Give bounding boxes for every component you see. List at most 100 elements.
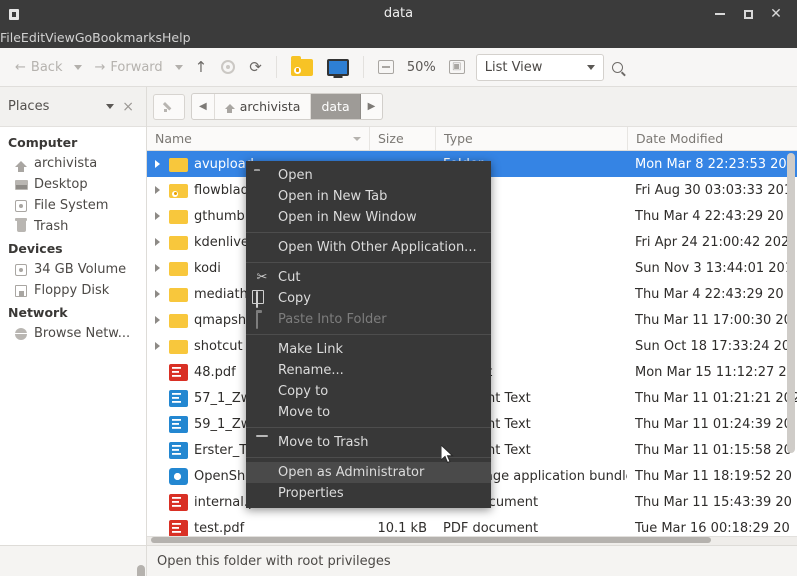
document-icon <box>169 441 188 459</box>
menu-bar: File Edit View Go Bookmarks Help <box>0 28 797 48</box>
cell-date-modified: Thu Mar 11 01:15:58 20 <box>635 442 792 458</box>
menu-item-edit[interactable]: Edit <box>21 28 45 48</box>
context-menu-item[interactable]: Move to <box>246 402 491 423</box>
stop-button[interactable] <box>214 54 242 81</box>
sidebar-item-file-system[interactable]: File System <box>0 195 146 216</box>
search-button[interactable] <box>604 61 631 73</box>
places-dropdown-icon[interactable] <box>106 104 115 109</box>
expand-triangle-icon[interactable] <box>151 264 163 272</box>
column-header-size[interactable]: Size <box>369 127 435 150</box>
context-menu-item[interactable]: ✂ Cut <box>246 267 491 288</box>
folder-icon <box>169 314 188 328</box>
places-close-button[interactable]: × <box>118 99 138 115</box>
context-menu-separator <box>246 427 491 428</box>
column-header-name[interactable]: Name <box>147 127 369 150</box>
expand-triangle-icon[interactable] <box>151 290 163 298</box>
column-header-date-modified[interactable]: Date Modified <box>627 127 797 150</box>
menu-item-bookmarks[interactable]: Bookmarks <box>92 28 162 48</box>
file-manager-window: data ✕ File Edit View Go Bookmarks Help … <box>0 0 797 576</box>
context-menu-item[interactable]: Open in New Window <box>246 207 491 228</box>
cut-icon: ✂ <box>256 269 268 285</box>
menu-item-file[interactable]: File <box>0 28 21 48</box>
context-menu-item[interactable]: Open With Other Application... <box>246 237 491 258</box>
breadcrumb-next-button[interactable]: ▶ <box>361 94 383 119</box>
sidebar-scrollbar[interactable] <box>137 565 145 576</box>
expand-triangle-icon[interactable] <box>151 212 163 220</box>
breadcrumb-prev-button[interactable]: ◀ <box>192 94 215 119</box>
menu-item-go[interactable]: Go <box>75 28 92 48</box>
up-button[interactable]: ↑ <box>188 54 215 81</box>
column-header-type[interactable]: Type <box>435 127 627 150</box>
title-bar: data ✕ <box>0 0 797 28</box>
expand-triangle-icon[interactable] <box>151 238 163 246</box>
pencil-icon <box>163 101 175 113</box>
context-menu-item[interactable]: Copy <box>246 288 491 309</box>
zoom-in-icon: ▣ <box>448 60 465 74</box>
stop-icon <box>221 60 236 74</box>
floppy-icon <box>14 284 28 298</box>
context-menu-item[interactable]: Make Link <box>246 339 491 360</box>
sidebar-item-desktop[interactable]: Desktop <box>0 174 146 195</box>
context-menu-item[interactable]: Open as Administrator <box>246 462 491 483</box>
zoom-in-button[interactable]: ▣ <box>442 54 472 81</box>
folder-icon <box>169 158 188 172</box>
file-list-hscrollbar-thumb[interactable] <box>151 537 711 543</box>
sidebar-item-34gb-volume[interactable]: 34 GB Volume <box>0 259 146 280</box>
cell-date-modified: Sun Oct 18 17:33:24 20 <box>635 338 791 354</box>
forward-button[interactable]: → Forward <box>87 54 169 81</box>
sidebar-item-archivista[interactable]: archivista <box>0 153 146 174</box>
folder-icon <box>169 236 188 250</box>
properties-icon <box>254 487 270 501</box>
folder-icon <box>169 288 188 302</box>
breadcrumb-label: archivista <box>239 99 301 114</box>
home-folder-button[interactable] <box>284 54 320 81</box>
cell-date-modified: Sun Nov 3 13:44:01 201 <box>635 260 794 276</box>
expand-triangle-icon[interactable] <box>151 160 163 168</box>
expand-triangle-icon[interactable] <box>151 342 163 350</box>
context-menu-item[interactable]: Copy to <box>246 381 491 402</box>
context-menu-item[interactable]: Rename... <box>246 360 491 381</box>
folder-icon <box>169 262 188 276</box>
menu-item-help[interactable]: Help <box>162 28 191 48</box>
context-menu-item[interactable]: Move to Trash <box>246 432 491 453</box>
maximize-button[interactable] <box>735 1 761 27</box>
pdf-icon <box>169 493 188 511</box>
breadcrumb-item-archivista[interactable]: archivista <box>215 94 312 119</box>
sidebar-item-trash[interactable]: Trash <box>0 216 146 237</box>
expand-triangle-icon[interactable] <box>151 316 163 324</box>
paste-icon <box>254 311 270 329</box>
cell-date-modified: Thu Mar 11 18:19:52 20 <box>635 468 792 484</box>
sidebar-item-floppy-disk[interactable]: Floppy Disk <box>0 280 146 301</box>
window-title: data <box>383 6 414 21</box>
context-menu-item-label: Open <box>278 168 313 183</box>
cell-date-modified: Tue Mar 16 00:18:29 20 <box>635 520 790 536</box>
drive-icon <box>14 263 28 277</box>
breadcrumb-item-data[interactable]: data <box>311 94 361 119</box>
file-name-label: 57_1_Zw <box>194 390 252 406</box>
edit-location-button[interactable] <box>153 93 185 120</box>
minimize-button[interactable] <box>707 1 733 27</box>
context-menu-item[interactable]: Properties <box>246 483 491 504</box>
context-menu-item[interactable]: Open in New Tab <box>246 186 491 207</box>
file-list-scrollbar[interactable] <box>787 153 795 453</box>
network-icon <box>14 327 28 341</box>
context-menu-item-label: Copy <box>278 291 311 306</box>
context-menu-item: Paste Into Folder <box>246 309 491 330</box>
reload-button[interactable]: ⟳ <box>242 54 269 81</box>
expand-triangle-icon[interactable] <box>151 186 163 194</box>
context-menu-item-label: Copy to <box>278 384 329 399</box>
menu-item-view[interactable]: View <box>45 28 75 48</box>
sidebar-item-browse-network[interactable]: Browse Netw... <box>0 323 146 344</box>
back-history-dropdown[interactable] <box>69 54 87 81</box>
cell-date-modified: Thu Mar 4 22:43:29 20 <box>635 286 784 302</box>
forward-history-dropdown[interactable] <box>170 54 188 81</box>
back-button[interactable]: ← Back <box>8 54 69 81</box>
view-mode-select[interactable]: List View <box>475 53 604 81</box>
context-menu-item[interactable]: Open <box>246 165 491 186</box>
column-header-label: Type <box>444 131 473 146</box>
close-button[interactable]: ✕ <box>763 1 789 27</box>
places-title: Places <box>8 99 50 114</box>
desktop-button[interactable] <box>320 54 356 81</box>
view-mode-label: List View <box>484 59 543 75</box>
zoom-out-button[interactable] <box>371 54 401 81</box>
